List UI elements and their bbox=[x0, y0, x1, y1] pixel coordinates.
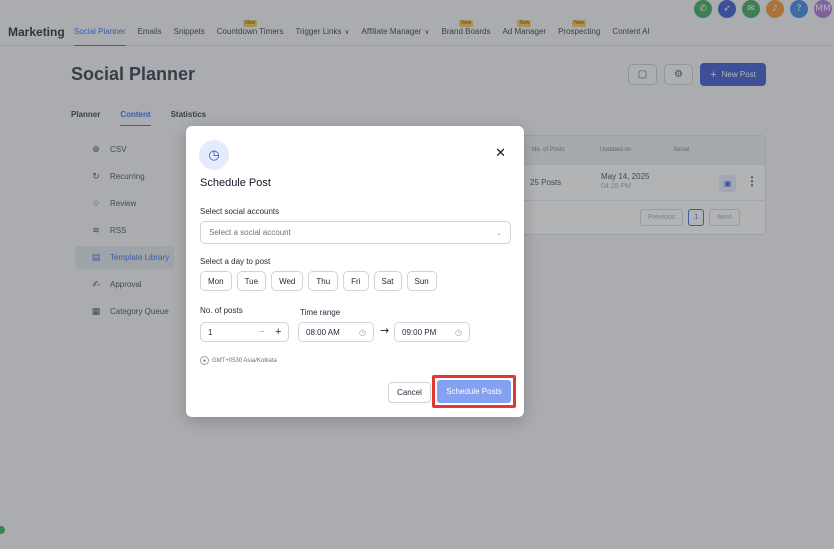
end-time-input[interactable]: 09:00 PM ◷ bbox=[394, 322, 470, 342]
schedule-post-modal: ◷ ✕ Schedule Post Select social accounts… bbox=[186, 126, 524, 417]
day-chip-sat[interactable]: Sat bbox=[373, 271, 402, 291]
day-chip-sun[interactable]: Sun bbox=[406, 271, 437, 291]
timezone-label: GMT+0530 Asia/Kolkata bbox=[212, 357, 277, 364]
day-chip-tue[interactable]: Tue bbox=[236, 271, 267, 291]
end-time-value: 09:00 PM bbox=[402, 327, 437, 337]
time-range-label: Time range bbox=[300, 308, 341, 317]
start-time-input[interactable]: 08:00 AM ◷ bbox=[298, 322, 374, 342]
posts-value: 1 bbox=[208, 327, 213, 337]
modal-title: Schedule Post bbox=[200, 177, 271, 189]
clock-icon: ◷ bbox=[359, 327, 366, 337]
day-chip-fri[interactable]: Fri bbox=[343, 271, 369, 291]
globe-icon: ● bbox=[200, 356, 209, 365]
highlight-box: Schedule Posts bbox=[432, 375, 516, 408]
day-chip-wed[interactable]: Wed bbox=[271, 271, 304, 291]
schedule-posts-button[interactable]: Schedule Posts bbox=[437, 380, 511, 403]
clock-icon: ◷ bbox=[199, 140, 229, 170]
day-chip-mon[interactable]: Mon bbox=[200, 271, 232, 291]
clock-icon: ◷ bbox=[455, 327, 462, 337]
timezone: ● GMT+0530 Asia/Kolkata bbox=[200, 356, 277, 365]
social-account-placeholder: Select a social account bbox=[209, 228, 291, 237]
social-account-select[interactable]: Select a social account ⌄ bbox=[200, 221, 511, 244]
arrow-right-icon: → bbox=[380, 324, 390, 337]
cancel-button[interactable]: Cancel bbox=[388, 382, 431, 403]
day-label: Select a day to post bbox=[200, 257, 271, 266]
minus-icon[interactable]: − bbox=[259, 327, 265, 338]
day-chip-thu[interactable]: Thu bbox=[308, 271, 339, 291]
chevron-down-icon: ⌄ bbox=[496, 229, 502, 237]
posts-label: No. of posts bbox=[200, 306, 243, 315]
posts-stepper[interactable]: 1 − + bbox=[200, 322, 289, 342]
start-time-value: 08:00 AM bbox=[306, 327, 340, 337]
plus-icon[interactable]: + bbox=[275, 326, 281, 338]
close-icon[interactable]: ✕ bbox=[495, 146, 506, 161]
day-selector: Mon Tue Wed Thu Fri Sat Sun bbox=[200, 271, 437, 291]
accounts-label: Select social accounts bbox=[200, 207, 280, 216]
